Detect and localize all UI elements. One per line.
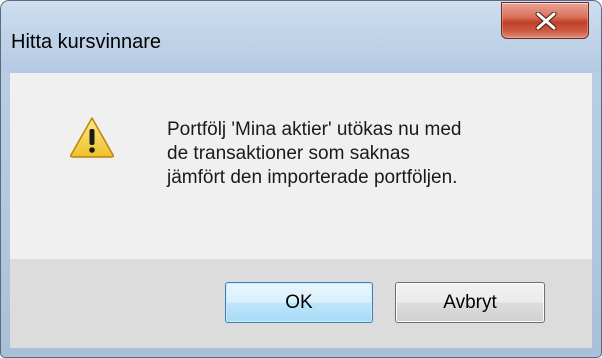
close-button[interactable] xyxy=(501,2,589,39)
cancel-button[interactable]: Avbryt xyxy=(395,282,545,323)
dialog-window: Hitta kursvinnare Portfölj 'Mina aktier'… xyxy=(0,0,602,358)
warning-icon xyxy=(70,117,114,158)
button-bar: OK Avbryt xyxy=(10,259,592,348)
message-line: de transaktioner som saknas xyxy=(167,143,410,164)
dialog-message: Portfölj 'Mina aktier' utökas nu med de … xyxy=(167,118,462,190)
message-line: jämfört den importerade portföljen. xyxy=(167,167,458,188)
message-area: Portfölj 'Mina aktier' utökas nu med de … xyxy=(10,73,592,259)
title-bar[interactable]: Hitta kursvinnare xyxy=(1,1,601,73)
message-line: Portfölj 'Mina aktier' utökas nu med xyxy=(167,119,462,140)
dialog-title: Hitta kursvinnare xyxy=(11,31,162,53)
ok-button[interactable]: OK xyxy=(225,282,373,323)
close-icon xyxy=(535,12,557,30)
